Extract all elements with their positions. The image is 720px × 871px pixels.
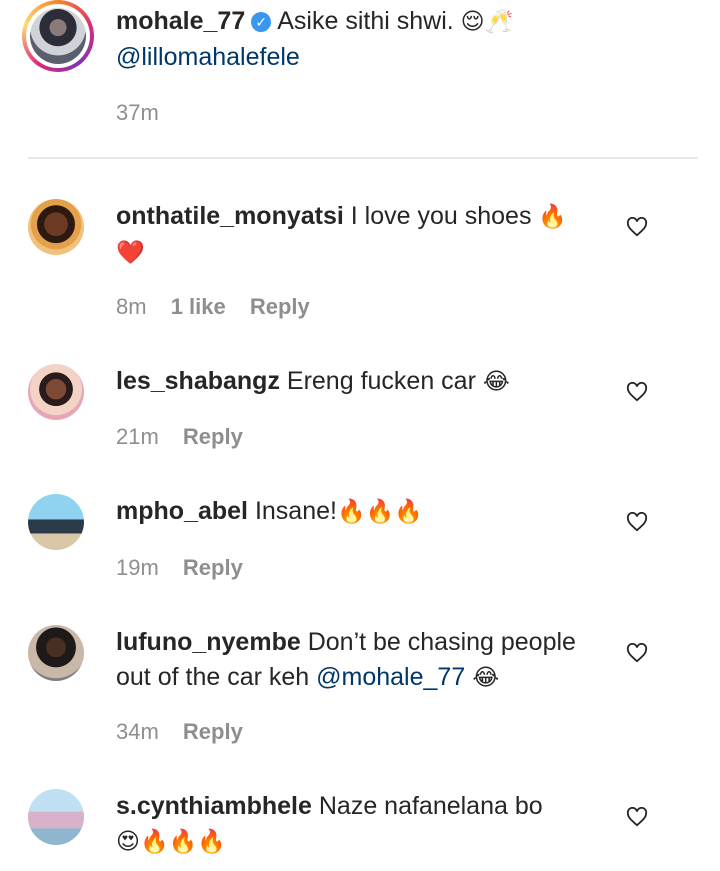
comment-emoji: 😂 <box>482 369 510 395</box>
like-heart-icon[interactable] <box>626 807 648 827</box>
comment-emoji: 🔥🔥🔥 <box>336 499 423 525</box>
caption-text: mohale_77 ✓ Asike sithi shwi. 😌🥂 @lillomah… <box>116 4 616 75</box>
comment-emoji: 😂 <box>472 665 500 691</box>
comment-text: s.cynthiambhele Naze nafanelana bo 😍🔥🔥🔥 <box>116 789 616 860</box>
comment-time: 34m <box>116 719 159 744</box>
comment-meta: 34m Reply <box>116 718 261 746</box>
caption-emoji: 😌🥂 <box>460 9 514 35</box>
avatar-onthatile[interactable] <box>28 199 84 255</box>
comment-text: les_shabangz Ereng fucken car 😂 <box>116 364 616 400</box>
comment-body: I love you shoes <box>350 202 532 230</box>
verified-badge-icon: ✓ <box>251 12 272 32</box>
comment-username[interactable]: les_shabangz <box>116 367 280 395</box>
comment-username[interactable]: mpho_abel <box>116 497 248 525</box>
comment-username[interactable]: onthatile_monyatsi <box>116 202 344 230</box>
comment-emoji-heart: ❤️ <box>116 240 145 266</box>
avatar-les-shabangz[interactable] <box>28 364 84 420</box>
reply-button[interactable]: Reply <box>250 294 310 319</box>
like-heart-icon[interactable] <box>626 382 648 402</box>
comment-text: mpho_abel Insane!🔥🔥🔥 <box>116 494 616 530</box>
comment-emoji: 😍🔥🔥🔥 <box>116 829 226 855</box>
comment-username[interactable]: lufuno_nyembe <box>116 628 301 656</box>
comment-likes[interactable]: 1 like <box>171 294 226 319</box>
reply-button[interactable]: Reply <box>183 424 243 449</box>
comment-time: 8m <box>116 294 147 319</box>
comment-meta: 19m Reply <box>116 554 261 582</box>
comment-text: lufuno_nyembe Don’t be chasing people ou… <box>116 625 606 696</box>
caption-divider <box>28 157 698 159</box>
story-ring-avatar[interactable] <box>22 0 94 72</box>
comment-time: 21m <box>116 424 159 449</box>
avatar-s-cynthiambhele[interactable] <box>28 789 84 845</box>
comment-meta: 8m 1 like Reply <box>116 293 328 321</box>
comment-meta: 21m Reply <box>116 423 261 451</box>
comment-text: onthatile_monyatsi I love you shoes 🔥 ❤️ <box>116 199 616 271</box>
comment-mention[interactable]: @mohale_77 <box>316 663 465 691</box>
like-heart-icon[interactable] <box>626 512 648 532</box>
caption-meta: 37m <box>116 99 177 127</box>
caption-body: Asike sithi shwi. <box>277 7 454 35</box>
caption-mention[interactable]: @lillomahalefele <box>116 43 300 71</box>
caption-time: 37m <box>116 100 159 125</box>
avatar-mpho-abel[interactable] <box>28 494 84 550</box>
like-heart-icon[interactable] <box>626 643 648 663</box>
like-heart-icon[interactable] <box>626 217 648 237</box>
reply-button[interactable]: Reply <box>183 719 243 744</box>
caption-username[interactable]: mohale_77 <box>116 7 245 35</box>
comment-username[interactable]: s.cynthiambhele <box>116 792 312 820</box>
comment-emoji: 🔥 <box>538 204 568 230</box>
comment-time: 19m <box>116 555 159 580</box>
comment-body: Ereng fucken car <box>286 367 476 395</box>
avatar-mohale-77 <box>30 8 86 64</box>
avatar-lufuno-nyembe[interactable] <box>28 625 84 681</box>
reply-button[interactable]: Reply <box>183 555 243 580</box>
comment-body: Naze nafanelana bo <box>318 792 543 820</box>
comment-body: Insane! <box>254 497 337 525</box>
